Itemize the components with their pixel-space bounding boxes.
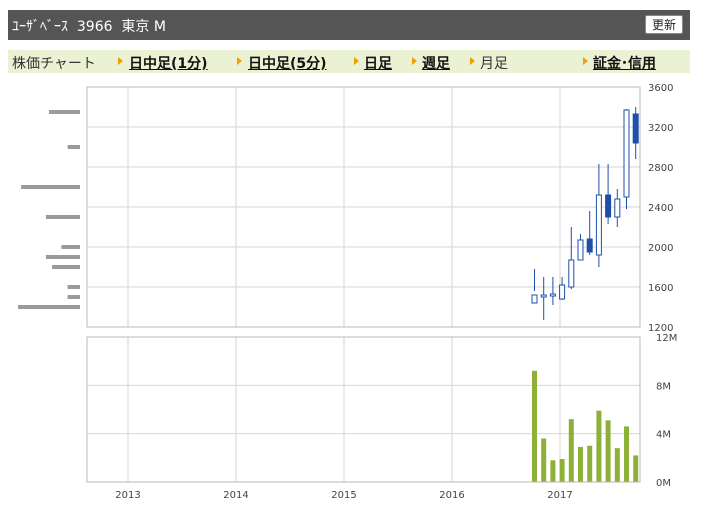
volume-bar [624,426,629,482]
time-axis: 2013 2014 2015 2016 2017 [115,490,572,501]
candle-body [623,109,630,198]
volume-tick-label: 8M [656,381,671,392]
candle-body [549,293,556,297]
volume-bar [633,455,639,482]
candle-body [559,284,566,300]
volume-bars [532,370,639,482]
chart-frames [86,86,641,483]
volume-bar [614,448,620,482]
volume-panel-frame [86,336,641,483]
year-tick-label: 2014 [223,490,248,501]
volume-tick-label: 4M [656,430,671,441]
candlestick-series [531,107,639,320]
volume-bar [578,446,583,482]
year-tick-label: 2013 [115,490,140,501]
price-volume-bar [67,285,80,289]
volume-by-price-bars [18,110,81,309]
candle-body [605,194,612,218]
price-volume-bar [67,295,80,299]
candle-body [531,294,538,304]
volume-tick-label: 12M [656,333,677,344]
volume-bar [541,438,547,482]
candle-body [614,198,621,218]
price-volume-bar [45,215,80,219]
price-volume-bar [18,305,80,309]
volume-bar [532,370,537,482]
volume-bar [605,420,611,482]
year-tick-label: 2017 [547,490,572,501]
price-grid [87,86,640,328]
price-volume-bar [52,265,80,269]
price-volume-bar [49,110,80,114]
year-tick-label: 2016 [439,490,464,501]
price-volume-bar [61,245,80,249]
price-tick-label: 1600 [648,283,673,294]
year-tick-label: 2015 [331,490,356,501]
candle-body [568,259,575,288]
candle-body [577,239,584,261]
volume-bar [559,459,565,482]
price-tick-label: 3600 [648,83,673,94]
price-tick-label: 2000 [648,243,673,254]
volume-bar [568,419,574,482]
volume-bar [587,445,593,482]
candle-body [586,238,593,253]
volume-bar [550,460,556,482]
price-tick-label: 3200 [648,123,673,134]
volume-bar [596,410,602,482]
candle-body [595,194,602,256]
volume-axis: 12M 8M 4M 0M [656,333,677,489]
price-volume-bar [45,255,80,259]
price-axis: 3600320028002400200016001200 [648,83,673,334]
volume-grid [87,336,640,483]
candle-body [632,113,639,144]
price-tick-label: 2400 [648,203,673,214]
price-volume-bar [67,145,80,149]
price-tick-label: 2800 [648,163,673,174]
price-volume-bar [21,185,81,189]
candle-body [540,294,547,298]
stock-chart: 3600320028002400200016001200 12M8M4M0M 2… [18,83,677,501]
volume-tick-label: 0M [656,478,671,489]
